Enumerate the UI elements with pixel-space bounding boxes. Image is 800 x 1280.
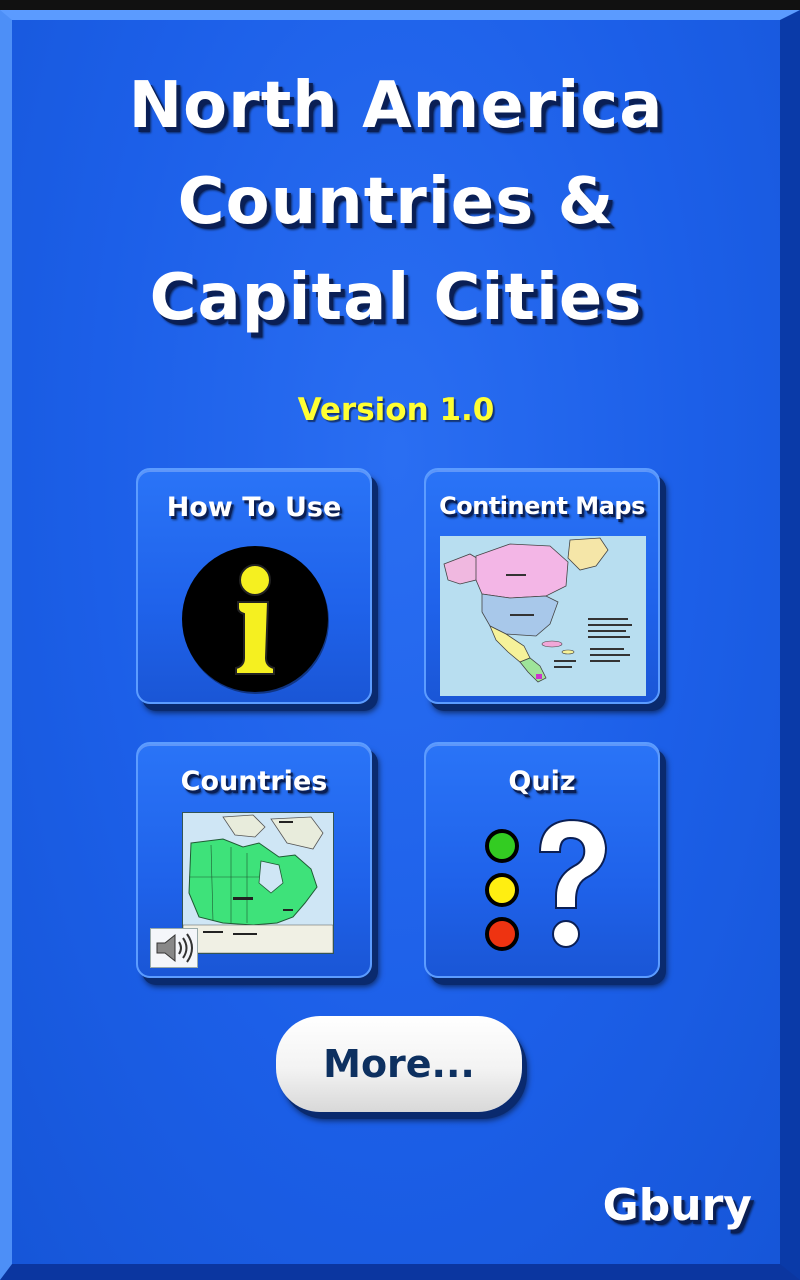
status-bar — [0, 0, 800, 10]
info-icon — [182, 546, 328, 692]
more-button[interactable]: More... — [276, 1016, 522, 1112]
brand-label: Gbury — [602, 1180, 752, 1231]
continent-maps-button[interactable]: Continent Maps — [424, 468, 660, 704]
speaker-icon[interactable] — [150, 928, 198, 968]
continent-maps-label: Continent Maps — [439, 492, 645, 520]
title-line-3: Capital Cities — [149, 261, 643, 335]
app-title: North America Countries & Capital Cities — [12, 58, 780, 346]
how-to-use-button[interactable]: How To Use — [136, 468, 372, 704]
title-line-2: Countries & — [177, 165, 615, 239]
countries-button[interactable]: Countries — [136, 742, 372, 978]
app-frame: North America Countries & Capital Cities… — [0, 10, 800, 1280]
question-mark-icon — [485, 818, 608, 951]
quiz-label: Quiz — [508, 766, 576, 797]
title-line-1: North America — [128, 69, 664, 143]
countries-label: Countries — [180, 766, 328, 797]
canada-map-thumbnail — [182, 812, 334, 954]
version-label: Version 1.0 — [297, 392, 495, 428]
how-to-use-label: How To Use — [166, 492, 342, 523]
north-america-map-thumbnail — [440, 536, 646, 696]
quiz-button[interactable]: Quiz — [424, 742, 660, 978]
